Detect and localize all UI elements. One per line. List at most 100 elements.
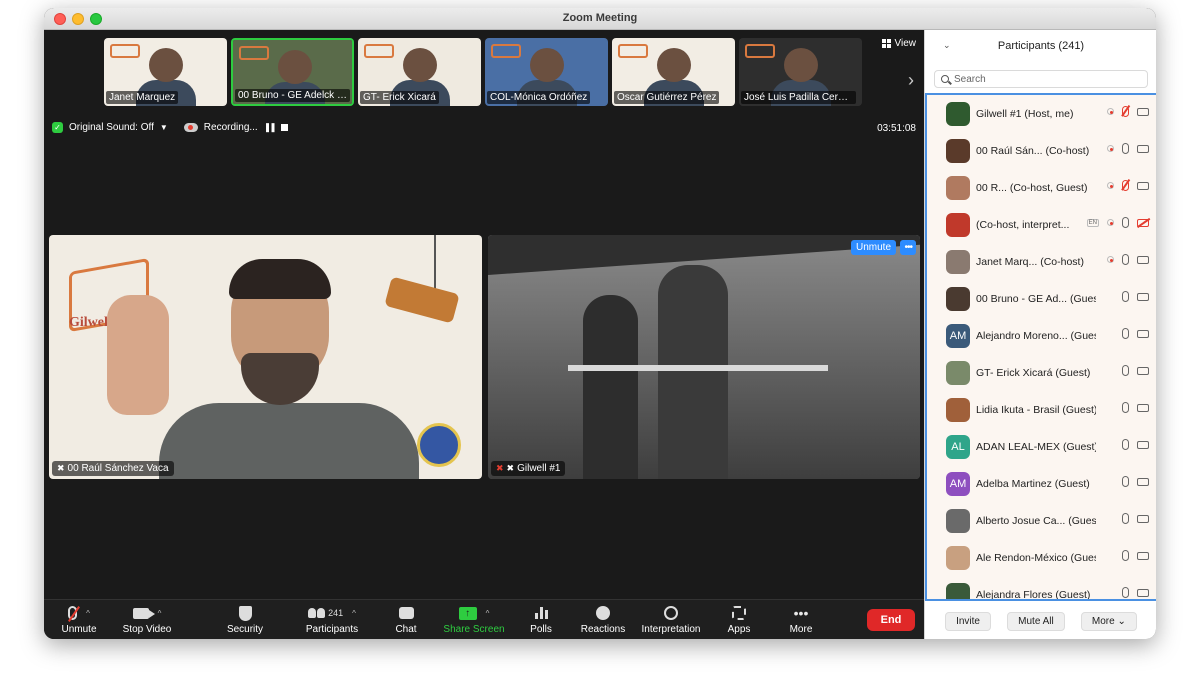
recording-dot-icon [1107, 108, 1114, 115]
apps-button[interactable]: Apps [704, 604, 774, 635]
microphone-icon[interactable] [1122, 328, 1129, 339]
participant-row[interactable]: Lidia Ikuta - Brasil (Guest) [927, 391, 1156, 428]
microphone-icon[interactable] [1122, 291, 1129, 302]
microphone-icon[interactable] [1122, 439, 1129, 450]
stop-recording-icon[interactable] [280, 124, 288, 131]
video-tile-gilwell[interactable]: Unmute ••• ✖ ✖ Gilwell #1 [488, 235, 920, 479]
video-camera-icon[interactable] [1137, 551, 1149, 560]
pause-recording-icon[interactable]: ❚❚ [264, 122, 277, 133]
participants-panel-title: Participants (241) [997, 40, 1085, 52]
filmstrip-tile[interactable]: 00 Bruno - GE Adelck Bi... [231, 38, 354, 106]
microphone-icon[interactable] [1122, 476, 1129, 487]
video-camera-icon[interactable] [1137, 329, 1149, 338]
participant-row[interactable]: (Co-host, interpret... EN [927, 206, 1156, 243]
cloud-recording-icon [183, 123, 198, 132]
microphone-icon[interactable] [1122, 550, 1129, 561]
camera-off-icon[interactable] [1137, 218, 1149, 227]
avatar: AM [946, 323, 970, 348]
participant-row[interactable]: AM Adelba Martinez (Guest) [927, 465, 1156, 502]
video-camera-icon[interactable] [1137, 255, 1149, 264]
participant-name: ADAN LEAL-MEX (Guest) [976, 440, 1096, 453]
end-meeting-button[interactable]: End [867, 609, 915, 631]
filmstrip-name: Janet Marquez [106, 91, 179, 104]
video-camera-icon[interactable] [1137, 440, 1149, 449]
search-placeholder: Search [954, 73, 986, 85]
title-bar: Zoom Meeting [44, 8, 1156, 30]
participant-name: Alejandra Flores (Guest) [976, 588, 1091, 601]
mic-muted-icon[interactable] [1122, 180, 1129, 191]
invite-button[interactable]: Invite [945, 611, 991, 631]
microphone-icon[interactable] [1122, 587, 1129, 598]
video-camera-icon[interactable] [1137, 403, 1149, 412]
participants-panel-header: ⌄ Participants (241) [925, 30, 1156, 62]
participant-row[interactable]: Gilwell #1 (Host, me) [927, 95, 1156, 132]
unmute-button[interactable]: ^ Unmute [44, 604, 114, 635]
participant-face [403, 48, 437, 82]
security-button[interactable]: Security [210, 604, 280, 635]
participant-face [657, 48, 691, 82]
filmstrip-tile[interactable]: Oscar Gutiérrez Pérez [612, 38, 735, 106]
chevron-up-icon[interactable]: ^ [86, 609, 90, 618]
chevron-up-icon[interactable]: ^ [352, 609, 356, 618]
video-camera-icon[interactable] [1137, 107, 1149, 116]
video-tile-raul[interactable]: Gilwell ✖ 00 Raúl Sánchez Vaca [49, 235, 482, 479]
video-camera-icon[interactable] [1137, 144, 1149, 153]
avatar [946, 175, 970, 200]
video-camera-icon[interactable] [1137, 181, 1149, 190]
original-sound-toggle[interactable]: Original Sound: Off [69, 122, 154, 133]
more-button[interactable]: ••• More [766, 604, 836, 635]
microphone-icon[interactable] [1122, 217, 1129, 228]
participant-list[interactable]: Gilwell #1 (Host, me) 00 Raúl Sán... (Co-… [925, 93, 1156, 601]
interpretation-button[interactable]: Interpretation [632, 604, 710, 635]
participant-row[interactable]: 00 Bruno - GE Ad... (Guest) [927, 280, 1156, 317]
smiley-icon [596, 606, 610, 620]
participant-row[interactable]: GT- Erick Xicará (Guest) [927, 354, 1156, 391]
video-camera-icon[interactable] [1137, 477, 1149, 486]
microphone-icon[interactable] [1122, 254, 1129, 265]
encryption-shield-icon[interactable]: ✓ [52, 122, 63, 133]
video-camera-icon[interactable] [1137, 292, 1149, 301]
filmstrip-tile[interactable]: José Luis Padilla Cerezo... [739, 38, 862, 106]
reactions-button[interactable]: Reactions [568, 604, 638, 635]
view-button[interactable]: View [881, 38, 916, 49]
microphone-icon[interactable] [1122, 365, 1129, 376]
microphone-icon[interactable] [1122, 513, 1129, 524]
participant-row[interactable]: Alberto Josue Ca... (Guest) [927, 502, 1156, 539]
video-camera-icon[interactable] [1137, 366, 1149, 375]
polls-button[interactable]: Polls [506, 604, 576, 635]
mute-all-button[interactable]: Mute All [1007, 611, 1065, 631]
participant-row[interactable]: AM Alejandro Moreno... (Guest) [927, 317, 1156, 354]
participant-row[interactable]: 00 Raúl Sán... (Co-host) [927, 132, 1156, 169]
chat-button[interactable]: Chat [371, 604, 441, 635]
chevron-up-icon[interactable]: ^ [158, 609, 162, 618]
microphone-icon[interactable] [1122, 143, 1129, 154]
more-options-button[interactable]: More ⌄ [1080, 611, 1137, 631]
video-camera-icon[interactable] [1137, 588, 1149, 597]
avatar [946, 397, 970, 422]
share-screen-button[interactable]: ↑ ^ Share Screen [436, 604, 512, 635]
participant-face [784, 48, 818, 82]
gilwell-logo [745, 44, 775, 58]
chevron-right-icon[interactable]: › [908, 70, 914, 91]
video-camera-icon[interactable] [1137, 514, 1149, 523]
participants-button[interactable]: 241 ^ Participants [292, 604, 372, 635]
filmstrip-tile[interactable]: COL-Mónica Ordóñez [485, 38, 608, 106]
mic-muted-icon[interactable] [1122, 106, 1129, 117]
participant-row[interactable]: Ale Rendon-México (Guest) [927, 539, 1156, 576]
participant-row[interactable]: 00 R... (Co-host, Guest) [927, 169, 1156, 206]
video-name-label: ✖ 00 Raúl Sánchez Vaca [52, 461, 174, 476]
participant-row[interactable]: AL ADAN LEAL-MEX (Guest) [927, 428, 1156, 465]
stop-video-button[interactable]: ^ Stop Video [112, 604, 182, 635]
participant-row[interactable]: Janet Marq... (Co-host) [927, 243, 1156, 280]
filmstrip-tile[interactable]: Janet Marquez [104, 38, 227, 106]
participant-search-input[interactable]: Search [934, 70, 1148, 88]
unmute-participant-button[interactable]: Unmute [850, 240, 896, 255]
share-screen-icon: ↑ [458, 606, 477, 620]
filmstrip-tile[interactable]: GT- Erick Xicará [358, 38, 481, 106]
gilwell-logo [110, 44, 140, 58]
microphone-icon[interactable] [1122, 402, 1129, 413]
more-options-icon[interactable]: ••• [900, 240, 916, 255]
chevron-up-icon[interactable]: ^ [486, 609, 490, 618]
participant-row[interactable]: Alejandra Flores (Guest) [927, 576, 1156, 601]
chevron-down-icon[interactable]: ▼ [160, 123, 168, 132]
